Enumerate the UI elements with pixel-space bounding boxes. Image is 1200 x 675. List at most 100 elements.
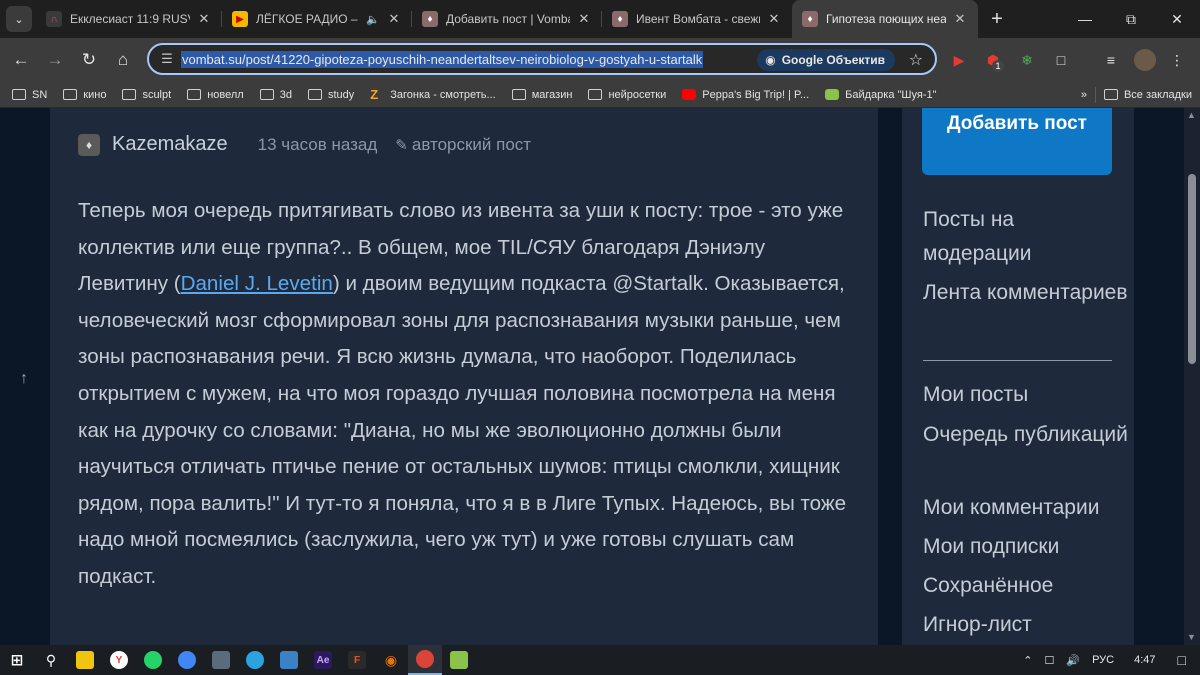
telegram-icon[interactable] [238,645,272,675]
tab-event[interactable]: ♦ Ивент Вомбата - свежие ✕ [602,0,792,38]
sidebar-link-my-comments[interactable]: Мои комментарии [923,491,1128,525]
bookmarks-bar: SN кино sculpt новелл 3d study Z Загонка … [0,82,1200,108]
bookmark-folder-sn[interactable]: SN [4,84,55,106]
levitin-link[interactable]: Daniel J. Levetin [181,272,333,295]
notifications-icon[interactable]: □ [1170,652,1200,668]
tab-radio[interactable]: ▶ ЛЁГКОЕ РАДИО – сл 🔈 ✕ [222,0,412,38]
bookmark-folder-3d[interactable]: 3d [252,84,300,106]
chrome-alt-icon[interactable] [170,645,204,675]
scroll-up-arrow-icon[interactable]: ▲ [1187,110,1196,120]
forward-button[interactable]: → [38,43,72,77]
sidebar-link-moderation[interactable]: Посты на модерации [923,203,1128,271]
folder-icon [588,89,603,100]
page-scrollbar[interactable]: ▲ ▼ [1184,108,1200,645]
color-extension-icon[interactable]: ❄ [1016,49,1038,71]
site-info-icon[interactable]: ☰ [153,51,181,67]
calculator-icon[interactable] [204,645,238,675]
reading-list-icon[interactable]: ≡ [1100,49,1122,71]
sidebar-link-saved[interactable]: Сохранённое [923,569,1128,603]
sidebar-link-publish-queue[interactable]: Очередь публикаций [923,418,1128,452]
bookmark-folder-sculpt[interactable]: sculpt [114,84,179,106]
bookmark-label: Байдарка "Шуя-1" [845,88,937,101]
scroll-to-top-icon[interactable]: ↑ [20,370,28,388]
close-tab-icon[interactable]: ✕ [386,11,402,27]
bookmark-folder-neuro[interactable]: нейросетки [580,84,674,106]
address-bar[interactable]: ☰ vombat.su/post/41220-gipoteza-poyuschi… [147,43,937,75]
author-name[interactable]: Kazemakaze [112,133,228,156]
bookmark-folder-study[interactable]: study [300,84,362,106]
system-tray: ⌃ ☐ 🔊 РУС 4:47 □ [1017,645,1200,675]
blender-icon[interactable]: ◉ [374,645,408,675]
tab-current-post[interactable]: ♦ Гипотеза поющих неанд ✕ [792,0,978,38]
tab-title: Екклесиаст 11:9 RUSV - Б [70,12,190,26]
folder-icon [1103,89,1118,100]
sidebar-link-comments-feed[interactable]: Лента комментариев [923,276,1128,310]
figma-icon[interactable]: F [340,645,374,675]
yandex-browser-icon[interactable]: Y [102,645,136,675]
bookmark-folder-novell[interactable]: новелл [179,84,252,106]
folder-icon [259,89,274,100]
bookmark-folder-kino[interactable]: кино [55,84,114,106]
close-tab-icon[interactable]: ✕ [766,11,782,27]
vombat-favicon-icon: ♦ [612,11,628,27]
volume-icon[interactable]: 🔊 [1060,654,1086,667]
media-extension-icon[interactable]: ▶ [948,49,970,71]
lens-label: Google Объектив [781,53,885,67]
author-avatar[interactable]: ♦ [78,133,100,156]
clock[interactable]: 4:47 [1120,654,1169,666]
folder-icon [511,89,526,100]
vombat-favicon-icon: ♦ [802,11,818,27]
youtube-icon [682,89,697,100]
notes-icon[interactable] [442,645,476,675]
post-time[interactable]: 13 часов назад [258,135,378,155]
tray-expand-icon[interactable]: ⌃ [1017,654,1038,667]
tab-add-post[interactable]: ♦ Добавить пост | Vombat ✕ [412,0,602,38]
scroll-down-arrow-icon[interactable]: ▼ [1187,632,1196,642]
profile-avatar[interactable] [1134,49,1156,71]
bookmark-star-icon[interactable]: ☆ [909,50,923,70]
tab-favicon-icon: ∩ [46,11,62,27]
search-icon[interactable]: ⚲ [34,645,68,675]
close-tab-icon[interactable]: ✕ [576,11,592,27]
site-favicon-icon [825,89,840,100]
sidebar-link-subscriptions[interactable]: Мои подписки [923,530,1128,564]
sidebar-link-ignore-list[interactable]: Игнор-лист [923,608,1128,642]
extensions-puzzle-icon[interactable]: □ [1050,49,1072,71]
sidebar-link-my-posts[interactable]: Мои посты [923,378,1128,412]
bookmark-label: Загонка - смотреть... [390,88,496,101]
reload-button[interactable]: ↻ [72,43,106,77]
url-text[interactable]: vombat.su/post/41220-gipoteza-poyuschih-… [181,50,704,68]
speaker-icon[interactable]: 🔈 [366,13,380,26]
chrome-icon[interactable] [408,645,442,675]
tab-ecclesiastes[interactable]: ∩ Екклесиаст 11:9 RUSV - Б ✕ [36,0,222,38]
bookmarks-overflow-icon[interactable]: » [1073,84,1095,106]
folder-icon [63,89,78,100]
menu-dots-icon[interactable]: ⋮ [1166,49,1188,71]
close-tab-icon[interactable]: ✕ [952,11,968,27]
back-button[interactable]: ← [4,43,38,77]
all-bookmarks-button[interactable]: Все закладки [1096,84,1200,106]
scrollbar-thumb[interactable] [1188,174,1196,364]
bookmark-label: sculpt [142,88,172,101]
close-window-button[interactable]: ✕ [1154,0,1200,38]
close-tab-icon[interactable]: ✕ [196,11,212,27]
file-explorer-icon[interactable] [68,645,102,675]
new-tab-button[interactable]: + [982,4,1012,34]
add-post-button[interactable]: Добавить пост [922,108,1112,175]
bookmark-baidarka[interactable]: Байдарка "Шуя-1" [817,84,944,106]
language-indicator[interactable]: РУС [1086,654,1120,666]
windows-start-icon[interactable]: ⊞ [0,645,34,675]
tab-search-button[interactable]: ⌄ [6,6,32,32]
home-button[interactable]: ⌂ [106,43,140,77]
network-icon[interactable]: ☐ [1039,654,1061,667]
minimize-button[interactable]: — [1062,0,1108,38]
restore-button[interactable]: ⧉ [1108,0,1154,38]
google-lens-button[interactable]: ◉ Google Объектив [757,49,895,71]
after-effects-icon[interactable]: Ae [306,645,340,675]
bookmark-peppa[interactable]: Peppa's Big Trip! | P... [674,84,817,106]
app-cube-icon[interactable] [272,645,306,675]
bookmark-folder-magazin[interactable]: магазин [504,84,581,106]
bookmark-zagonka[interactable]: Z Загонка - смотреть... [362,84,503,106]
tab-title: Добавить пост | Vombat [446,12,570,26]
whatsapp-icon[interactable] [136,645,170,675]
